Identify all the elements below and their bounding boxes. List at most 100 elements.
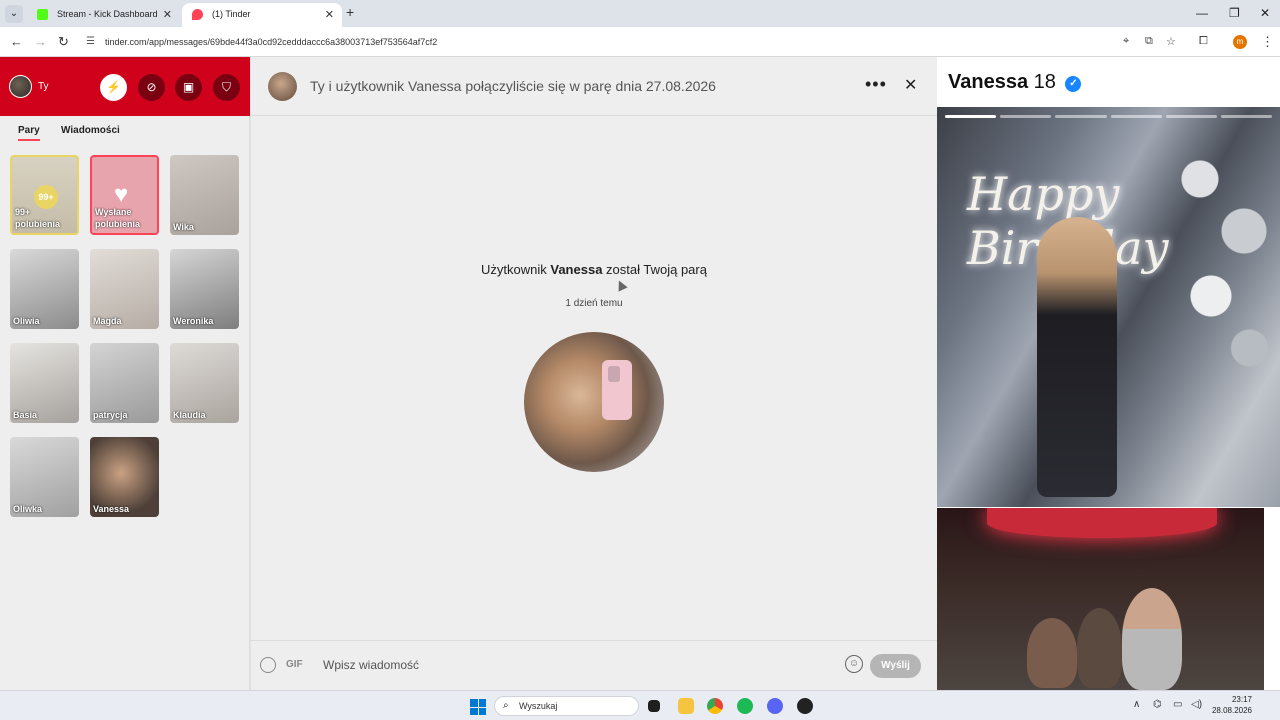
boost-icon[interactable]: ⚡ — [100, 74, 127, 101]
tab-tinder[interactable]: (1) Tinder ✕ — [182, 3, 342, 27]
match-card[interactable]: Oliwia — [10, 249, 79, 329]
profile-share-icon[interactable] — [260, 657, 276, 673]
streamer-figure — [1122, 588, 1182, 690]
back-icon[interactable]: ← — [10, 34, 23, 49]
photo-pager-dot[interactable] — [945, 115, 997, 118]
sidebar-header: Ty ⚡ ⊘ ▣ ⛉ — [0, 57, 250, 116]
sent-likes-card[interactable]: ♥ Wysłane polubienia — [90, 155, 159, 235]
match-suffix: został Twoją parą — [606, 262, 707, 277]
match-card[interactable]: Oliwka — [10, 437, 79, 517]
heart-icon: ♥ — [114, 181, 129, 208]
photo-pager-dot[interactable] — [1220, 115, 1273, 118]
tray-overflow-icon[interactable]: ∧ — [1133, 699, 1140, 710]
more-options-icon[interactable]: ••• — [865, 74, 887, 95]
discord-icon[interactable] — [767, 698, 783, 714]
led-light-strip — [987, 508, 1217, 538]
streamer-figure — [1077, 608, 1122, 688]
display-icon[interactable]: ▭ — [1173, 699, 1182, 710]
clock-time: 23:17 — [1231, 695, 1252, 704]
explore-icon[interactable]: ⊘ — [138, 74, 165, 101]
profile-name: Vanessa — [948, 71, 1029, 93]
bookmark-star-icon[interactable]: ☆ — [1166, 35, 1176, 48]
match-name: Vanessa — [93, 504, 130, 514]
briefcase-icon[interactable]: ▣ — [175, 74, 202, 101]
taskbar-clock[interactable]: 23:17 28.08.2026 — [1210, 694, 1252, 716]
match-card[interactable]: Weronika — [170, 249, 239, 329]
match-timestamp: 1 dzień temu — [565, 298, 623, 309]
browser-profile-avatar[interactable]: m — [1233, 35, 1247, 49]
location-icon[interactable]: ⌖ — [1123, 35, 1129, 48]
match-name: Klaudia — [173, 410, 206, 420]
site-info-icon[interactable]: ☰ — [86, 36, 95, 47]
install-app-icon[interactable]: ⧉ — [1145, 35, 1153, 48]
profile-heading: Vanessa 18 ✓ — [948, 71, 1082, 94]
volume-icon[interactable]: ◁) — [1191, 699, 1202, 710]
obs-icon[interactable] — [797, 698, 813, 714]
network-icon[interactable]: ⌬ — [1153, 699, 1162, 710]
chat-body: Użytkownik Vanessa został Twoją parą 1 d… — [251, 116, 937, 640]
message-input[interactable] — [323, 653, 823, 677]
sent-card-label: Wysłane polubienia — [95, 207, 140, 229]
minimize-icon[interactable]: — — [1196, 6, 1208, 20]
extensions-icon[interactable]: ⧠ — [1199, 35, 1208, 48]
match-avatar[interactable] — [268, 72, 297, 101]
tab-close-icon[interactable]: ✕ — [325, 8, 334, 21]
tab-kick-dashboard[interactable]: Stream - Kick Dashboard ✕ — [27, 3, 180, 27]
webcam-overlay — [937, 508, 1264, 690]
tab-search-menu-button[interactable]: ⌄ — [5, 5, 23, 23]
new-tab-button[interactable]: + — [346, 4, 354, 20]
photo-pager-dot[interactable] — [1165, 115, 1217, 118]
tab-close-icon[interactable]: ✕ — [163, 8, 172, 21]
tab-messages[interactable]: Wiadomości — [61, 125, 120, 136]
chrome-icon[interactable] — [707, 698, 723, 714]
photo-pager-dot[interactable] — [1055, 115, 1107, 118]
spotify-icon[interactable] — [737, 698, 753, 714]
chat-header: Ty i użytkownik Vanessa połączyliście si… — [251, 57, 937, 116]
profile-photo[interactable]: Happy Birthday — [937, 107, 1280, 507]
match-card-selected[interactable]: Vanessa — [90, 437, 159, 517]
match-prefix: Użytkownik — [481, 262, 547, 277]
match-card[interactable]: Klaudia — [170, 343, 239, 423]
verified-badge-icon: ✓ — [1065, 76, 1082, 92]
match-name: Weronika — [173, 316, 214, 326]
match-card[interactable]: Basia — [10, 343, 79, 423]
match-name: Wika — [173, 222, 194, 232]
safety-shield-icon[interactable]: ⛉ — [213, 74, 240, 101]
window-close-icon[interactable]: ✕ — [1260, 6, 1270, 20]
phone-camera — [608, 366, 620, 382]
address-bar: ← → ↻ ☰ tinder.com/app/messages/69bde44f… — [0, 27, 1280, 57]
gif-button[interactable]: GIF — [286, 659, 303, 670]
restore-icon[interactable]: ❐ — [1229, 6, 1240, 20]
taskbar-search[interactable]: ⌕ Wyszukaj — [494, 696, 639, 716]
tinder-favicon-icon — [192, 9, 203, 20]
match-card[interactable]: Wika — [170, 155, 239, 235]
match-name-bold: Vanessa — [550, 262, 603, 277]
browser-menu-icon[interactable]: ⋮ — [1261, 34, 1274, 50]
tab-matches[interactable]: Pary — [18, 125, 40, 141]
match-name: Basia — [13, 410, 38, 420]
windows-start-icon[interactable] — [470, 699, 486, 715]
emoji-icon[interactable]: ☺ — [845, 655, 863, 673]
url-field[interactable]: ☰ tinder.com/app/messages/69bde44f3a0cd9… — [78, 31, 1198, 53]
forward-icon[interactable]: → — [34, 34, 47, 49]
match-profile-photo[interactable] — [524, 332, 664, 472]
send-button[interactable]: Wyślij — [870, 654, 921, 678]
mouse-cursor-icon — [614, 278, 628, 292]
match-announcement: Użytkownik Vanessa został Twoją parą — [471, 261, 717, 278]
match-card[interactable]: patrycja — [90, 343, 159, 423]
streamer-figure — [1027, 618, 1077, 688]
photo-pager-dot[interactable] — [1110, 115, 1162, 118]
likes-you-card[interactable]: 99+ 99+ polubienia — [10, 155, 79, 235]
likes-card-label: 99+ polubienia — [15, 207, 60, 229]
match-card[interactable]: Magda — [90, 249, 159, 329]
match-name: Oliwia — [13, 316, 40, 326]
task-view-icon[interactable] — [648, 700, 660, 712]
kick-favicon-icon — [37, 9, 48, 20]
reload-icon[interactable]: ↻ — [58, 34, 69, 50]
my-profile-avatar[interactable] — [9, 75, 32, 98]
my-profile-name[interactable]: Ty — [38, 81, 49, 92]
close-chat-icon[interactable]: ✕ — [904, 75, 917, 95]
photo-pager-dot[interactable] — [1000, 115, 1052, 118]
clock-date: 28.08.2026 — [1211, 706, 1252, 715]
file-explorer-icon[interactable] — [678, 698, 694, 714]
